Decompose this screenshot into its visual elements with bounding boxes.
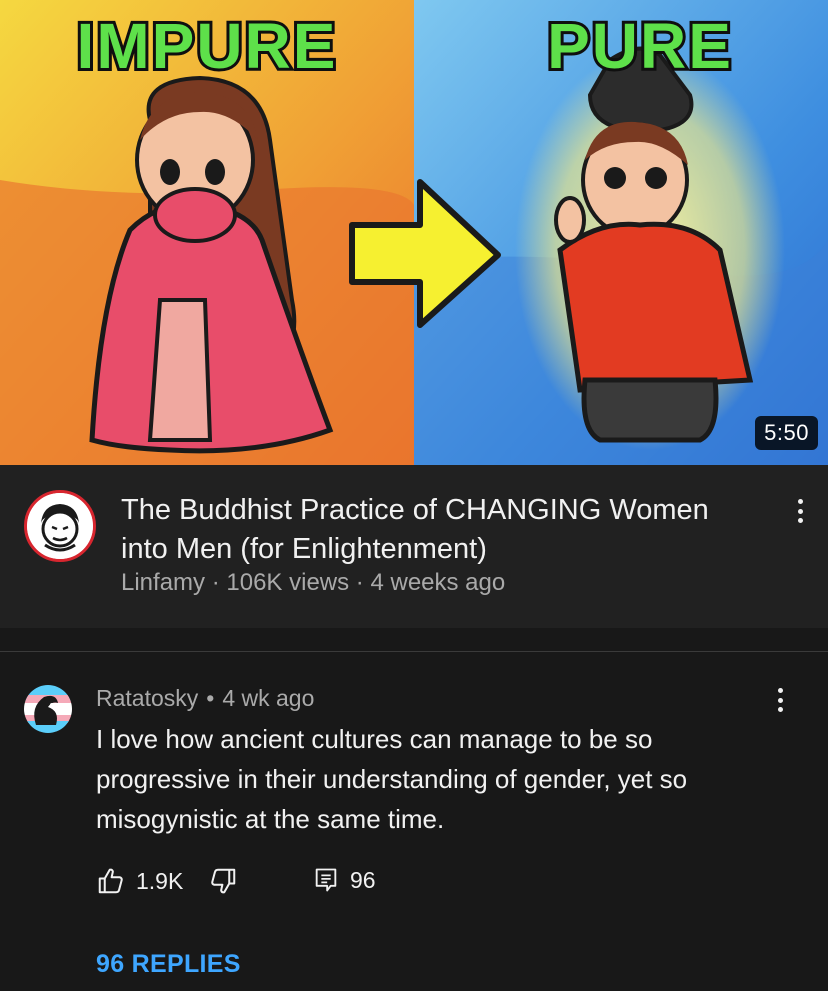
thumbnail-artwork: IMPURE PURE — [0, 0, 828, 465]
video-info-section: The Buddhist Practice of CHANGING Women … — [0, 465, 828, 628]
more-vertical-icon-dot — [777, 697, 783, 703]
comment-more-options-button[interactable] — [768, 680, 792, 720]
video-more-options-button[interactable] — [788, 491, 812, 531]
view-replies-link[interactable]: 96 REPLIES — [96, 950, 241, 979]
channel-name[interactable]: Linfamy — [121, 569, 205, 596]
video-title[interactable]: The Buddhist Practice of CHANGING Women … — [121, 491, 741, 569]
video-metadata: Linfamy · 106K views · 4 weeks ago — [121, 569, 505, 597]
comment-header: Ratatosky • 4 wk ago — [96, 685, 314, 712]
comment-time: 4 wk ago — [222, 685, 315, 711]
commenter-avatar[interactable] — [24, 685, 72, 733]
thumbs-up-icon — [98, 868, 123, 894]
comment-actions: 1.9K 96 — [96, 866, 496, 900]
more-vertical-icon-dot — [777, 707, 783, 712]
squirrel-avatar-icon — [24, 685, 72, 733]
more-vertical-icon-dot — [797, 508, 803, 514]
divider — [0, 651, 828, 652]
like-count: 1.9K — [136, 867, 184, 894]
channel-logo-icon — [27, 493, 93, 559]
more-vertical-icon — [797, 499, 803, 504]
impure-label: IMPURE — [77, 10, 338, 82]
reply-count: 96 — [350, 866, 376, 893]
view-count: 106K views — [226, 569, 350, 596]
like-button[interactable]: 1.9K — [96, 866, 183, 896]
thumbs-down-icon — [211, 868, 236, 894]
comment-author[interactable]: Ratatosky — [96, 685, 198, 711]
section-gap — [0, 628, 828, 652]
video-thumbnail[interactable]: IMPURE PURE 5:50 — [0, 0, 828, 465]
channel-avatar[interactable] — [24, 490, 96, 562]
comment-text: I love how ancient cultures can manage t… — [96, 724, 688, 834]
header-separator: • — [206, 685, 215, 711]
comment-icon — [315, 868, 337, 892]
more-vertical-icon-dot — [797, 518, 803, 523]
video-duration-badge: 5:50 — [755, 416, 818, 450]
dislike-button[interactable] — [208, 866, 238, 896]
meta-separator: · — [355, 569, 364, 596]
pure-label: PURE — [547, 10, 733, 82]
more-vertical-icon — [777, 688, 783, 693]
reply-button[interactable]: 96 — [312, 866, 376, 894]
upload-age: 4 weeks ago — [370, 569, 506, 596]
pure-character-illustration — [515, 46, 785, 450]
meta-separator: · — [211, 569, 220, 596]
